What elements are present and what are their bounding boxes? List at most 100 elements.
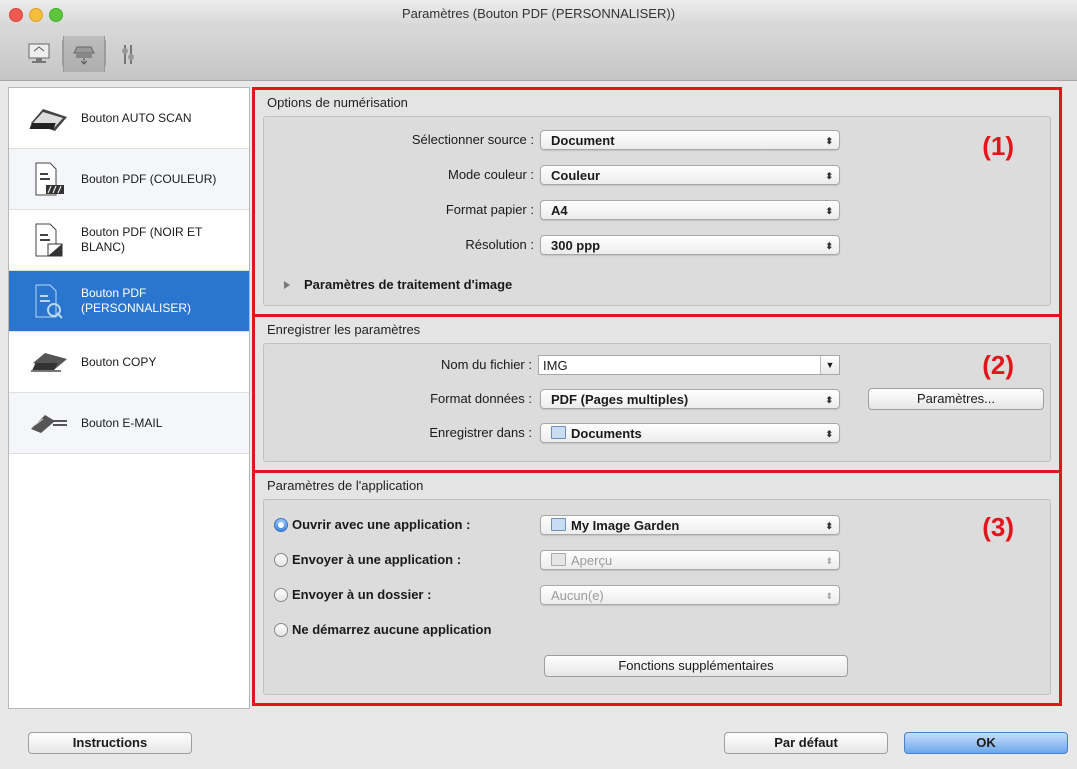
sidebar-item-auto-scan[interactable]: Bouton AUTO SCAN: [9, 88, 249, 149]
send-app-select[interactable]: Aperçu ⬍: [540, 550, 840, 570]
pdf-bw-icon: [27, 220, 71, 260]
source-label: Sélectionner source :: [411, 132, 534, 147]
callout-number: (1): [982, 131, 1014, 161]
save-in-select[interactable]: Documents ⬍: [540, 423, 840, 443]
scan-options-section: Options de numérisation (1) Sélectionner…: [252, 87, 1062, 317]
app-settings-section: Paramètres de l'application (3) Ouvrir a…: [252, 470, 1062, 706]
zoom-window-button[interactable]: [49, 8, 63, 22]
updown-arrows-icon: ⬍: [825, 136, 833, 146]
callout-number: (2): [982, 350, 1014, 380]
scanner-icon: [27, 98, 71, 138]
open-with-app-radio[interactable]: Ouvrir avec une application :: [274, 517, 470, 532]
updown-arrows-icon: ⬍: [825, 429, 833, 439]
title-bar: Paramètres (Bouton PDF (PERSONNALISER)): [0, 0, 1077, 28]
extra-functions-button[interactable]: Fonctions supplémentaires: [544, 655, 848, 677]
color-mode-label: Mode couleur :: [448, 167, 534, 182]
tab-general-settings[interactable]: [108, 36, 148, 72]
open-app-select[interactable]: My Image Garden ⬍: [540, 515, 840, 535]
image-processing-disclosure[interactable]: Paramètres de traitement d'image: [284, 277, 512, 292]
instructions-button[interactable]: Instructions: [28, 732, 192, 754]
folder-icon: [551, 426, 566, 439]
section-title: Paramètres de l'application: [267, 478, 424, 493]
sidebar-item-label: Bouton E-MAIL: [81, 415, 163, 430]
computer-scan-icon: [28, 43, 50, 63]
paper-size-value: A4: [551, 203, 568, 218]
open-with-app-label: Ouvrir avec une application :: [292, 517, 471, 532]
sidebar-item-pdf-bw[interactable]: Bouton PDF (NOIR ET BLANC): [9, 210, 249, 271]
image-processing-label: Paramètres de traitement d'image: [304, 277, 513, 292]
updown-arrows-icon: ⬍: [825, 241, 833, 251]
scan-options-panel: (1) Sélectionner source : Document ⬍ Mod…: [263, 116, 1051, 306]
paper-size-select[interactable]: A4 ⬍: [540, 200, 840, 220]
email-icon: [27, 403, 71, 443]
sidebar-item-label: Bouton AUTO SCAN: [81, 110, 192, 125]
sidebar: Bouton AUTO SCAN Bouton PDF (COULEUR) Bo…: [8, 87, 250, 709]
data-format-label: Format données :: [430, 391, 532, 406]
minimize-window-button[interactable]: [29, 8, 43, 22]
sidebar-item-email[interactable]: Bouton E-MAIL: [9, 393, 249, 454]
sidebar-item-label: Bouton PDF (PERSONNALISER): [81, 286, 192, 315]
save-in-value: Documents: [571, 426, 642, 441]
updown-arrows-icon: ⬍: [825, 591, 833, 601]
sidebar-item-pdf-color[interactable]: Bouton PDF (COULEUR): [9, 149, 249, 210]
format-settings-button[interactable]: Paramètres...: [868, 388, 1044, 410]
close-window-button[interactable]: [9, 8, 23, 22]
toolbar: [0, 28, 1077, 81]
updown-arrows-icon: ⬍: [825, 206, 833, 216]
send-to-app-label: Envoyer à une application :: [292, 552, 462, 567]
sidebar-item-label: Bouton PDF (NOIR ET BLANC): [81, 225, 203, 254]
bottom-bar: Instructions Par défaut OK: [0, 712, 1077, 769]
source-select[interactable]: Document ⬍: [540, 130, 840, 150]
radio-unchecked-icon: [274, 622, 288, 637]
app-settings-panel: (3) Ouvrir avec une application : My Ima…: [263, 499, 1051, 695]
tab-scan-from-panel[interactable]: [63, 36, 105, 72]
updown-arrows-icon: ⬍: [825, 171, 833, 181]
updown-arrows-icon: ⬍: [825, 556, 833, 566]
no-app-radio[interactable]: Ne démarrez aucune application: [274, 622, 491, 637]
sidebar-item-copy[interactable]: Bouton COPY: [9, 332, 249, 393]
save-settings-panel: (2) Nom du fichier : IMG ▼ Format donnée…: [263, 343, 1051, 462]
dropdown-arrow-icon[interactable]: ▼: [820, 356, 839, 374]
preview-app-icon: [551, 553, 566, 566]
send-folder-value: Aucun(e): [551, 588, 604, 603]
tab-scan-from-computer[interactable]: [19, 36, 59, 72]
send-to-folder-radio[interactable]: Envoyer à un dossier :: [274, 587, 431, 602]
sidebar-item-label: Bouton COPY: [81, 354, 157, 369]
resolution-label: Résolution :: [465, 237, 534, 252]
sidebar-item-label: Bouton PDF (COULEUR): [81, 171, 217, 186]
filename-value: IMG: [543, 358, 568, 373]
callout-number: (3): [982, 512, 1014, 542]
data-format-select[interactable]: PDF (Pages multiples) ⬍: [540, 389, 840, 409]
copy-icon: [27, 342, 71, 382]
default-button[interactable]: Par défaut: [724, 732, 888, 754]
color-mode-select[interactable]: Couleur ⬍: [540, 165, 840, 185]
window-title: Paramètres (Bouton PDF (PERSONNALISER)): [401, 6, 676, 21]
updown-arrows-icon: ⬍: [825, 521, 833, 531]
ok-button[interactable]: OK: [904, 732, 1068, 754]
resolution-select[interactable]: 300 ppp ⬍: [540, 235, 840, 255]
filename-label: Nom du fichier :: [440, 357, 532, 372]
send-to-folder-label: Envoyer à un dossier :: [292, 587, 432, 602]
scanner-panel-icon: [73, 46, 95, 65]
tools-icon: [122, 45, 134, 64]
app-icon: [551, 518, 566, 531]
color-mode-value: Couleur: [551, 168, 601, 183]
radio-checked-icon: [274, 517, 288, 532]
source-value: Document: [551, 133, 615, 148]
save-settings-section: Enregistrer les paramètres (2) Nom du fi…: [252, 314, 1062, 473]
section-title: Enregistrer les paramètres: [267, 322, 421, 337]
open-app-value: My Image Garden: [571, 518, 680, 533]
sidebar-item-pdf-custom[interactable]: Bouton PDF (PERSONNALISER): [9, 271, 249, 332]
send-app-value: Aperçu: [571, 553, 613, 568]
disclosure-triangle-icon: [284, 280, 290, 289]
radio-unchecked-icon: [274, 552, 288, 567]
no-app-label: Ne démarrez aucune application: [292, 622, 492, 637]
radio-unchecked-icon: [274, 587, 288, 602]
send-to-app-radio[interactable]: Envoyer à une application :: [274, 552, 461, 567]
send-folder-select[interactable]: Aucun(e) ⬍: [540, 585, 840, 605]
data-format-value: PDF (Pages multiples): [551, 392, 689, 407]
filename-combobox[interactable]: IMG ▼: [538, 355, 840, 375]
section-title: Options de numérisation: [267, 95, 408, 110]
pdf-custom-icon: [27, 281, 71, 321]
save-in-label: Enregistrer dans :: [429, 425, 532, 440]
